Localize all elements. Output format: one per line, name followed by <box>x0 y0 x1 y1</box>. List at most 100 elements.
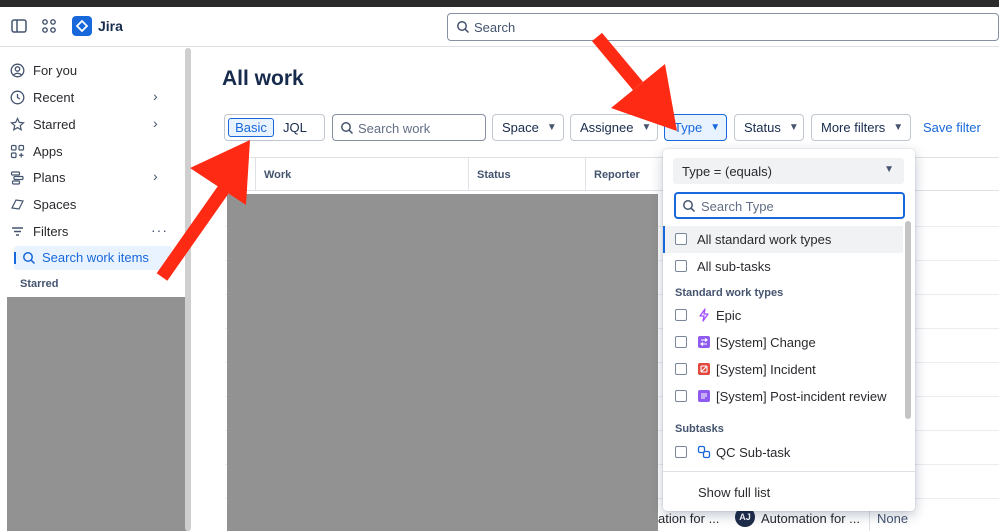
type-filter-dropdown: Type = (equals) ▼ Search Type All standa… <box>663 149 915 511</box>
sidebar-item-label: For you <box>33 62 78 78</box>
subtask-icon <box>697 445 711 459</box>
sidebar-item-recent[interactable]: Recent <box>10 86 74 108</box>
option-label: [System] Incident <box>716 362 816 377</box>
redacted-area <box>227 194 658 531</box>
global-search-placeholder: Search <box>474 20 516 35</box>
sidebar-item-label: Filters <box>33 223 69 239</box>
checkbox[interactable] <box>675 233 687 245</box>
checkbox[interactable] <box>675 260 687 272</box>
chevron-down-icon: ▼ <box>884 164 894 175</box>
jira-logo-icon[interactable] <box>72 16 92 36</box>
basic-mode-button[interactable]: Basic <box>228 118 274 137</box>
sidebar-item-label: Recent <box>33 89 75 105</box>
chevron-right-icon[interactable]: › <box>153 168 158 184</box>
chevron-down-icon: ▼ <box>641 122 652 133</box>
sidebar-item-label: Plans <box>33 169 66 185</box>
sidebar-scrollbar[interactable] <box>185 48 191 531</box>
plans-icon <box>10 170 24 185</box>
checkbox[interactable] <box>675 309 687 321</box>
sidebar: For you Recent › Starred › Apps Plans › … <box>0 48 191 531</box>
global-search-input[interactable]: Search <box>447 13 999 41</box>
subtasks-heading: Subtasks <box>675 423 724 435</box>
column-label: Reporter <box>594 169 640 181</box>
sidebar-toggle-icon[interactable] <box>10 17 28 35</box>
table-header-work[interactable]: Work <box>255 157 468 191</box>
column-label: Status <box>477 169 511 181</box>
option-epic[interactable]: Epic <box>663 302 903 329</box>
filter-label: More filters <box>821 120 886 135</box>
operator-value: Type = (equals) <box>682 164 772 179</box>
sidebar-item-spaces[interactable]: Spaces <box>10 193 76 215</box>
app-switcher-icon[interactable] <box>40 17 58 35</box>
option-label: All sub-tasks <box>697 259 771 274</box>
filter-icon <box>12 226 23 236</box>
option-label: [System] Post-incident review <box>716 389 887 404</box>
dropdown-footer: Show full list <box>663 471 915 511</box>
post-incident-review-icon <box>698 390 710 402</box>
option-system-incident[interactable]: [System] Incident <box>663 356 903 383</box>
operator-select[interactable]: Type = (equals) ▼ <box>673 158 904 184</box>
option-system-post-incident-review[interactable]: [System] Post-incident review <box>663 383 903 410</box>
sidebar-item-label: Spaces <box>33 196 77 212</box>
filter-label: Space <box>502 120 539 135</box>
star-icon <box>10 116 25 131</box>
sidebar-item-apps[interactable]: Apps <box>10 140 63 162</box>
redacted-area <box>7 297 187 531</box>
save-filter-button[interactable]: Save filter <box>923 120 981 135</box>
option-system-change[interactable]: [System] Change <box>663 329 903 356</box>
table-cell-work[interactable]: ation for ... <box>658 511 719 526</box>
apps-icon <box>10 144 25 158</box>
filter-label: Assignee <box>580 120 634 135</box>
type-search-placeholder: Search Type <box>701 199 774 214</box>
search-icon <box>457 21 470 34</box>
focus-indicator <box>663 226 665 253</box>
user-icon <box>10 63 25 77</box>
status-filter-button[interactable]: Status ▼ <box>734 114 804 141</box>
search-icon <box>341 122 354 135</box>
assignee-filter-button[interactable]: Assignee ▼ <box>570 114 658 141</box>
sidebar-item-for-you[interactable]: For you <box>10 59 77 81</box>
sidebar-item-filters[interactable]: Filters <box>10 220 68 242</box>
window-top-strip <box>0 0 999 7</box>
space-filter-button[interactable]: Space ▼ <box>492 114 564 141</box>
table-cell-value: None <box>877 511 909 526</box>
filter-label: Type <box>674 120 703 135</box>
option-all-standard-work-types[interactable]: All standard work types <box>663 226 903 253</box>
search-icon <box>683 200 696 213</box>
epic-icon <box>699 308 709 322</box>
table-cell-reporter[interactable]: Automation for ... <box>761 511 860 526</box>
active-indicator <box>14 252 16 264</box>
checkbox[interactable] <box>675 336 687 348</box>
chevron-down-icon: ▼ <box>893 122 904 133</box>
checkbox[interactable] <box>675 446 687 458</box>
more-filters-button[interactable]: More filters ▼ <box>811 114 911 141</box>
sidebar-item-plans[interactable]: Plans <box>10 166 66 188</box>
dropdown-scrollbar[interactable] <box>905 221 911 419</box>
app-name[interactable]: Jira <box>98 18 123 34</box>
sidebar-item-label: Starred <box>33 116 76 132</box>
show-full-list-button[interactable]: Show full list <box>698 485 770 500</box>
search-work-placeholder: Search work <box>358 121 431 136</box>
chevron-right-icon[interactable]: › <box>153 88 158 104</box>
chevron-down-icon: ▼ <box>546 122 557 133</box>
table-header-cell <box>225 157 255 191</box>
standard-work-types-heading: Standard work types <box>675 287 784 299</box>
more-options-icon[interactable]: ··· <box>151 222 168 238</box>
type-filter-button[interactable]: Type ▼ <box>664 114 727 141</box>
checkbox[interactable] <box>675 390 687 402</box>
jql-mode-button[interactable]: JQL <box>283 120 307 135</box>
option-all-sub-tasks[interactable]: All sub-tasks <box>663 253 903 280</box>
option-label: Epic <box>716 308 742 323</box>
type-search-input[interactable]: Search Type <box>674 192 905 219</box>
change-icon <box>698 336 710 348</box>
checkbox[interactable] <box>675 363 687 375</box>
sidebar-item-label: Search work items <box>42 250 149 265</box>
option-label: All standard work types <box>697 232 832 247</box>
chevron-right-icon[interactable]: › <box>153 115 158 131</box>
starred-section-heading: Starred <box>20 278 59 290</box>
search-work-input[interactable]: Search work <box>332 114 486 141</box>
search-mode-toggle: Basic JQL <box>224 114 325 141</box>
table-header-status[interactable]: Status <box>468 157 585 191</box>
option-qc-sub-task[interactable]: QC Sub-task <box>663 439 903 466</box>
sidebar-item-starred[interactable]: Starred <box>10 113 76 135</box>
